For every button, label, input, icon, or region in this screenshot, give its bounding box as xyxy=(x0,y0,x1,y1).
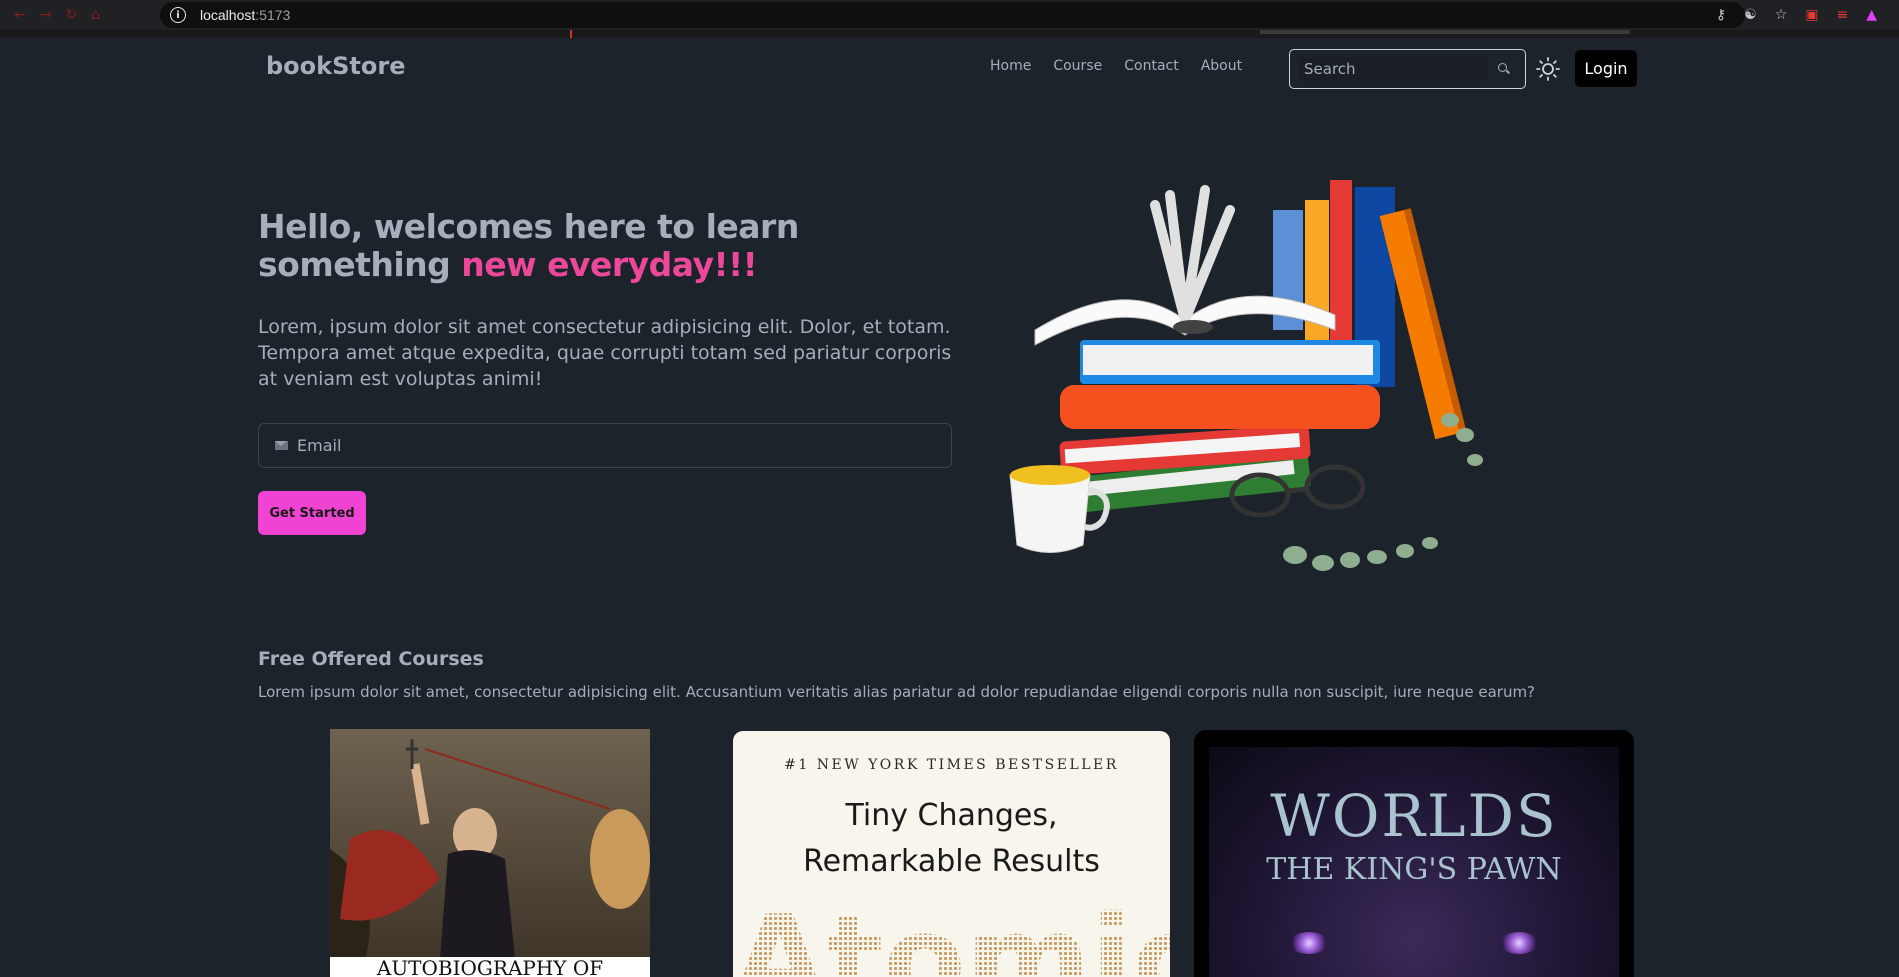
book-cover-subtitle: Tiny Changes, Remarkable Results xyxy=(733,793,1170,885)
envelope-icon xyxy=(275,441,288,450)
book-cover-subtitle: THE KING'S PAWN xyxy=(1266,852,1562,887)
tab-bar xyxy=(1260,30,1630,34)
tab-strip xyxy=(0,30,1899,38)
book-cover-title: WORLDS xyxy=(1270,782,1558,850)
translate-icon[interactable]: ☯ xyxy=(1744,7,1757,23)
search-box xyxy=(1289,49,1526,89)
search-input[interactable] xyxy=(1298,57,1488,81)
url-host: localhost xyxy=(200,7,256,23)
extension-icon[interactable]: ▲ xyxy=(1866,7,1877,23)
nav-home[interactable]: Home xyxy=(990,58,1031,74)
back-icon[interactable]: ← xyxy=(14,8,26,22)
browser-nav: ← → ↻ ⌂ xyxy=(0,8,160,22)
book-cover-title: Atomic xyxy=(733,901,1170,977)
course-card[interactable]: WORLDS THE KING'S PAWN xyxy=(1194,730,1634,977)
login-button[interactable]: Login xyxy=(1575,50,1637,87)
eye-icon xyxy=(1289,932,1329,954)
forward-icon[interactable]: → xyxy=(40,8,52,22)
key-icon[interactable]: ⚷ xyxy=(1716,7,1726,23)
nav-contact[interactable]: Contact xyxy=(1124,58,1178,74)
email-field[interactable] xyxy=(297,436,937,455)
star-icon[interactable]: ☆ xyxy=(1775,7,1788,23)
book-cover-art: WORLDS THE KING'S PAWN xyxy=(1209,747,1619,977)
courses-description: Lorem ipsum dolor sit amet, consectetur … xyxy=(258,683,1536,701)
extension-icon[interactable]: ▣ xyxy=(1805,7,1818,23)
brand-logo[interactable]: bookStore xyxy=(266,52,405,80)
url-port: :5173 xyxy=(255,7,291,23)
course-card[interactable]: AUTOBIOGRAPHY OF xyxy=(330,729,650,977)
get-started-button[interactable]: Get Started xyxy=(258,491,366,535)
site-info-icon[interactable]: i xyxy=(170,7,186,23)
url-text[interactable]: localhost:5173 xyxy=(200,7,290,23)
eye-icon xyxy=(1499,932,1539,954)
nav-about[interactable]: About xyxy=(1201,58,1242,74)
hero-title: Hello, welcomes here to learn something … xyxy=(258,208,858,284)
browser-toolbar: ← → ↻ ⌂ i localhost:5173 ⚷ ☯ ☆ ▣ ≡ ▲ xyxy=(0,0,1899,30)
courses-title: Free Offered Courses xyxy=(258,648,484,670)
nav-course[interactable]: Course xyxy=(1053,58,1102,74)
hero-title-accent: new everyday!!! xyxy=(461,245,758,284)
search-icon[interactable] xyxy=(1498,63,1510,75)
book-subtitle-line: Remarkable Results xyxy=(803,844,1100,879)
extension-icon[interactable]: ≡ xyxy=(1836,7,1848,23)
book-cover-title: AUTOBIOGRAPHY OF xyxy=(376,956,603,977)
home-icon[interactable]: ⌂ xyxy=(91,8,100,22)
book-cover-tagline: #1 NEW YORK TIMES BESTSELLER xyxy=(784,757,1119,773)
tab-indicator xyxy=(570,30,572,38)
book-cover-painting: AUTOBIOGRAPHY OF xyxy=(330,729,650,977)
reload-icon[interactable]: ↻ xyxy=(65,8,77,22)
theme-toggle-sun-icon[interactable] xyxy=(1536,57,1560,81)
address-bar[interactable]: i localhost:5173 xyxy=(160,2,1745,28)
email-field-container xyxy=(258,423,952,468)
main-nav: Home Course Contact About xyxy=(990,58,1242,74)
hero-description: Lorem, ipsum dolor sit amet consectetur … xyxy=(258,316,952,390)
browser-actions: ⚷ ☯ ☆ ▣ ≡ ▲ xyxy=(1716,0,1899,30)
books-illustration xyxy=(1009,180,1483,571)
book-subtitle-line: Tiny Changes, xyxy=(845,798,1058,833)
course-card[interactable]: #1 NEW YORK TIMES BESTSELLER Tiny Change… xyxy=(733,731,1170,977)
